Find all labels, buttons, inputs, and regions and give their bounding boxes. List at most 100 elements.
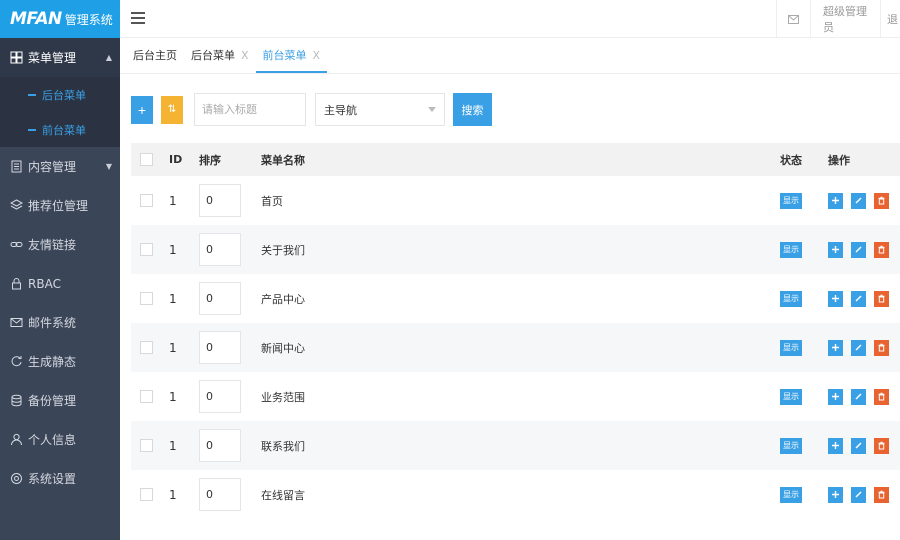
mail-icon[interactable] [776,0,810,38]
status-badge[interactable]: 显示 [780,389,802,405]
edit-button[interactable] [851,192,866,209]
row-checkbox[interactable] [139,488,153,501]
select-all-checkbox[interactable] [139,153,153,166]
sort-order-input[interactable] [199,233,241,266]
delete-button[interactable] [874,437,889,454]
edit-button[interactable] [851,290,866,307]
tab-1[interactable]: 后台菜单 X [184,37,256,73]
status-badge[interactable]: 显示 [780,487,802,503]
plus-icon [832,344,839,351]
tab-label: 后台主页 [133,49,177,62]
trash-icon [878,441,885,450]
add-child-button[interactable] [828,192,843,209]
delete-button[interactable] [874,486,889,503]
sort-order-input[interactable] [199,380,241,413]
menu-table: ID 排序 菜单名称 状态 操作 1首页显示1关于我们显示1产品中心显示1新闻中… [131,143,900,519]
status-badge[interactable]: 显示 [780,242,802,258]
edit-button[interactable] [851,486,866,503]
add-child-button[interactable] [828,290,843,307]
trash-icon [878,392,885,401]
status-badge[interactable]: 显示 [780,291,802,307]
table-row: 1 首页 显示 [131,176,900,225]
sort-order-input[interactable] [199,331,241,364]
close-icon[interactable]: X [241,49,249,62]
sidebar-item-1[interactable]: 内容管理 ▼ [0,147,120,186]
sort-order-input[interactable] [199,282,241,315]
tab-0[interactable]: 后台主页 [126,37,184,73]
add-button[interactable]: + [131,95,153,124]
row-checkbox[interactable] [139,341,153,354]
add-child-button[interactable] [828,388,843,405]
pencil-icon [855,491,862,498]
sidebar-item-3[interactable]: 友情链接 [0,225,120,264]
logout-link[interactable]: 退 [880,0,900,38]
sidebar-item-label: RBAC [28,276,61,291]
menu-type-select[interactable]: 主导航 [315,93,445,126]
delete-button[interactable] [874,339,889,356]
sidebar-item-5[interactable]: 邮件系统 [0,303,120,342]
layers-icon [10,199,23,212]
plus-icon [832,491,839,498]
status-badge[interactable]: 显示 [780,340,802,356]
sidebar-item-label: 备份管理 [28,394,77,408]
trash-icon [878,490,885,499]
tab-2[interactable]: 前台菜单 X [255,37,328,73]
menu-toggle-icon[interactable] [131,9,145,27]
logo-mark: MFAN [10,9,62,29]
delete-button[interactable] [874,290,889,307]
edit-button[interactable] [851,388,866,405]
row-checkbox[interactable] [139,439,153,452]
status-badge[interactable]: 显示 [780,438,802,454]
search-button[interactable]: 搜索 [453,93,492,126]
user-menu[interactable]: 超级管理员 [810,0,880,38]
add-child-button[interactable] [828,437,843,454]
header-id: ID [169,153,183,166]
dash-icon [28,93,36,96]
mail-icon [10,316,23,329]
chevron-down-icon [428,107,436,112]
chevron-down-icon: ▼ [105,162,112,171]
add-child-button[interactable] [828,241,843,258]
sort-order-input[interactable] [199,184,241,217]
row-checkbox[interactable] [139,292,153,305]
sidebar-item-9[interactable]: 系统设置 [0,459,120,498]
sidebar-item-2[interactable]: 推荐位管理 [0,186,120,225]
delete-button[interactable] [874,388,889,405]
sort-order-input[interactable] [199,478,241,511]
delete-button[interactable] [874,192,889,209]
edit-button[interactable] [851,339,866,356]
table-row: 1 关于我们 显示 [131,225,900,274]
pencil-icon [855,344,862,351]
search-input[interactable] [194,93,306,126]
add-child-button[interactable] [828,486,843,503]
row-id: 1 [169,389,177,404]
logo[interactable]: MFAN 管理系统 [0,0,120,38]
delete-button[interactable] [874,241,889,258]
user-icon [10,433,23,446]
sidebar-item-8[interactable]: 个人信息 [0,420,120,459]
row-checkbox[interactable] [139,390,153,403]
row-checkbox[interactable] [139,243,153,256]
trash-icon [878,245,885,254]
grid-icon [10,51,23,64]
plus-icon [832,442,839,449]
sidebar-subitem-0[interactable]: 后台菜单 [0,77,120,112]
plus-icon [832,295,839,302]
sidebar-item-0[interactable]: 菜单管理 ▲ [0,38,120,77]
status-badge[interactable]: 显示 [780,193,802,209]
row-checkbox[interactable] [139,194,153,207]
sort-order-input[interactable] [199,429,241,462]
sort-button[interactable]: ⇅ [161,95,183,124]
sidebar-item-4[interactable]: RBAC [0,264,120,303]
table-row: 1 在线留言 显示 [131,470,900,519]
header-ops: 操作 [828,153,850,167]
menu-name: 首页 [261,194,283,208]
close-icon[interactable]: X [313,49,321,62]
add-child-button[interactable] [828,339,843,356]
edit-button[interactable] [851,241,866,258]
sidebar-item-label: 生成静态 [28,355,77,369]
sidebar-item-7[interactable]: 备份管理 [0,381,120,420]
sidebar-subitem-1[interactable]: 前台菜单 [0,112,120,147]
edit-button[interactable] [851,437,866,454]
sidebar-item-6[interactable]: 生成静态 [0,342,120,381]
